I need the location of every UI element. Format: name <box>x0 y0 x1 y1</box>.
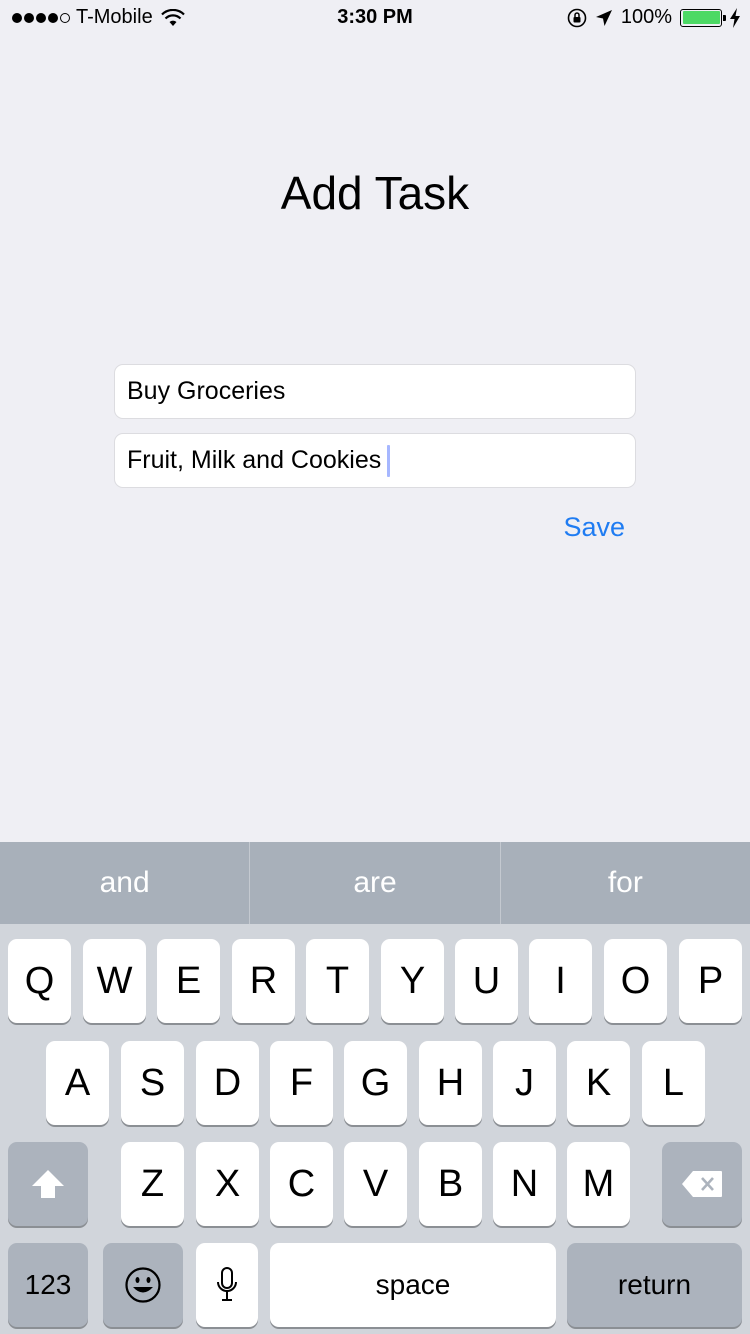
key-i[interactable]: I <box>529 939 592 1023</box>
key-b[interactable]: B <box>419 1142 482 1226</box>
key-d[interactable]: D <box>196 1041 259 1125</box>
prediction-2[interactable]: are <box>250 842 501 924</box>
location-arrow-icon <box>595 9 612 26</box>
key-a[interactable]: A <box>46 1041 109 1125</box>
key-j[interactable]: J <box>493 1041 556 1125</box>
emoji-key[interactable] <box>103 1243 183 1327</box>
key-x[interactable]: X <box>196 1142 259 1226</box>
text-cursor <box>387 444 391 477</box>
prediction-3[interactable]: for <box>501 842 750 924</box>
key-m[interactable]: M <box>567 1142 630 1226</box>
shift-arrow-icon <box>32 1170 64 1198</box>
dictation-key[interactable] <box>196 1243 258 1327</box>
delete-key[interactable] <box>662 1142 742 1226</box>
prediction-1[interactable]: and <box>0 842 251 924</box>
status-right: 100% <box>559 6 740 29</box>
key-n[interactable]: N <box>493 1142 556 1226</box>
key-t[interactable]: T <box>306 939 369 1023</box>
charging-bolt-icon <box>730 7 740 28</box>
key-c[interactable]: C <box>270 1142 333 1226</box>
screen: T-Mobile 3:30 PM 100% Add Task Buy Groce… <box>0 0 750 1334</box>
save-button[interactable]: Save <box>563 512 625 543</box>
page-title: Add Task <box>280 167 470 219</box>
key-k[interactable]: K <box>567 1041 630 1125</box>
task-title-field[interactable]: Buy Groceries <box>114 364 636 419</box>
numbers-key[interactable]: 123 <box>8 1243 88 1327</box>
battery-percent: 100% <box>620 6 672 28</box>
key-g[interactable]: G <box>344 1041 407 1125</box>
task-notes-field[interactable]: Fruit, Milk and Cookies <box>114 433 636 488</box>
task-title-value: Buy Groceries <box>127 377 286 405</box>
key-z[interactable]: Z <box>121 1142 184 1226</box>
key-h[interactable]: H <box>419 1041 482 1125</box>
microphone-icon <box>217 1267 237 1301</box>
key-l[interactable]: L <box>642 1041 705 1125</box>
return-key[interactable]: return <box>567 1243 742 1327</box>
backspace-icon <box>682 1171 722 1197</box>
status-bar: T-Mobile 3:30 PM 100% <box>0 0 750 40</box>
orientation-lock-icon <box>567 8 587 27</box>
key-e[interactable]: E <box>157 939 220 1023</box>
key-w[interactable]: W <box>83 939 146 1023</box>
emoji-smiley-icon <box>125 1267 161 1303</box>
key-f[interactable]: F <box>270 1041 333 1125</box>
key-y[interactable]: Y <box>381 939 444 1023</box>
key-r[interactable]: R <box>232 939 295 1023</box>
space-key[interactable]: space <box>270 1243 556 1327</box>
task-notes-value: Fruit, Milk and Cookies <box>127 446 382 474</box>
key-u[interactable]: U <box>455 939 518 1023</box>
key-p[interactable]: P <box>679 939 742 1023</box>
shift-key[interactable] <box>8 1142 88 1226</box>
key-q[interactable]: Q <box>8 939 71 1023</box>
key-v[interactable]: V <box>344 1142 407 1226</box>
battery-icon <box>680 8 726 27</box>
battery-level <box>682 11 720 24</box>
key-o[interactable]: O <box>604 939 667 1023</box>
key-s[interactable]: S <box>121 1041 184 1125</box>
predictive-bar: and are for <box>0 842 750 924</box>
keyboard: Q W E R T Y U I O P A S D F G H J K L Z … <box>0 924 750 1334</box>
